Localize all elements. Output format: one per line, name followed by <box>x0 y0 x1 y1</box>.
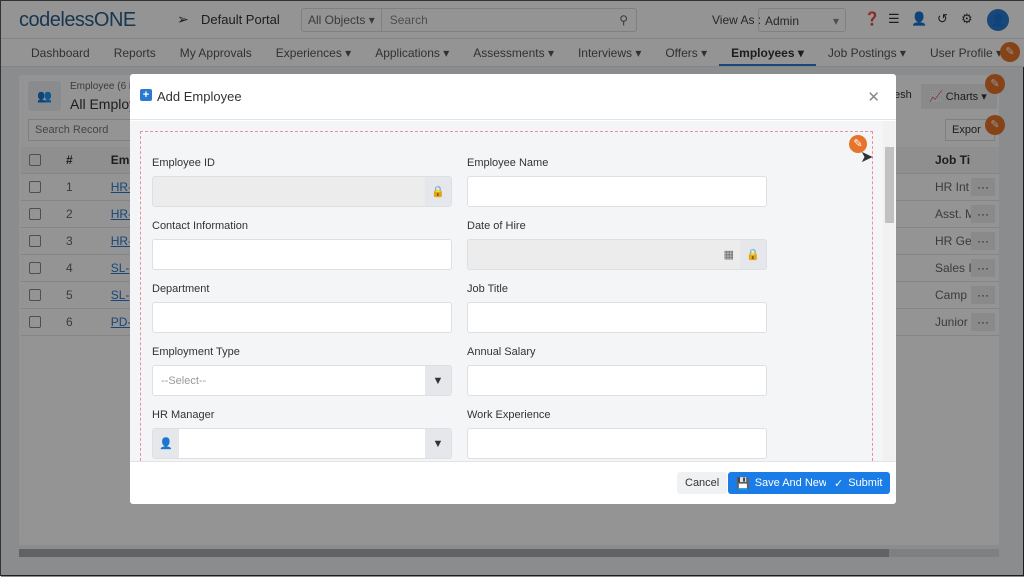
modal-form: ✎ ➤ Employee ID 🔒 Employee Name Contact … <box>130 121 896 461</box>
work-experience-label: Work Experience <box>467 409 551 421</box>
close-icon[interactable]: ✕ <box>867 88 880 106</box>
date-of-hire-label: Date of Hire <box>467 220 526 232</box>
lock-icon: 🔒 <box>425 177 451 206</box>
save-and-new-label: Save And New <box>754 477 827 489</box>
employment-type-select[interactable]: --Select-- ▼ <box>152 365 452 396</box>
employee-name-label: Employee Name <box>467 157 549 169</box>
job-title-label: Job Title <box>467 283 508 295</box>
department-label: Department <box>152 283 210 295</box>
modal-header: + Add Employee ✕ <box>130 74 896 120</box>
user-icon: 👤 <box>153 429 179 458</box>
submit-label: Submit <box>848 477 883 489</box>
save-and-new-button[interactable]: 💾 Save And New <box>728 472 835 494</box>
lock-icon: 🔒 <box>740 240 766 269</box>
cancel-button[interactable]: Cancel <box>677 472 728 494</box>
job-title-field[interactable] <box>467 302 767 333</box>
annual-salary-label: Annual Salary <box>467 346 536 358</box>
employment-type-placeholder: --Select-- <box>161 374 207 387</box>
department-field[interactable] <box>152 302 452 333</box>
contact-field[interactable] <box>152 239 452 270</box>
contact-label: Contact Information <box>152 220 248 232</box>
hr-manager-select[interactable]: 👤 ▼ <box>152 428 452 459</box>
chevron-down-icon[interactable]: ▼ <box>425 366 451 395</box>
modal-title: Add Employee <box>157 89 242 104</box>
date-of-hire-field: ▦ 🔒 <box>467 239 767 270</box>
annual-salary-field[interactable] <box>467 365 767 396</box>
employment-type-label: Employment Type <box>152 346 240 358</box>
add-employee-modal: + Add Employee ✕ ✎ ➤ Employee ID 🔒 Emplo… <box>130 74 896 504</box>
employee-id-field: 🔒 <box>152 176 452 207</box>
work-experience-field[interactable] <box>467 428 767 459</box>
cursor-icon: ➤ <box>860 149 874 166</box>
chevron-down-icon[interactable]: ▼ <box>425 429 451 458</box>
modal-scrollbar[interactable] <box>883 121 895 461</box>
modal-footer: Cancel 💾 Save And New ✓ Submit <box>130 461 896 504</box>
employee-name-field[interactable] <box>467 176 767 207</box>
save-icon: 💾 <box>736 477 750 490</box>
plus-icon: + <box>140 89 152 101</box>
employee-id-label: Employee ID <box>152 157 215 169</box>
check-icon: ✓ <box>834 477 844 490</box>
hr-manager-label: HR Manager <box>152 409 215 421</box>
calendar-icon[interactable]: ▦ <box>724 248 740 261</box>
submit-button[interactable]: ✓ Submit <box>826 472 891 494</box>
